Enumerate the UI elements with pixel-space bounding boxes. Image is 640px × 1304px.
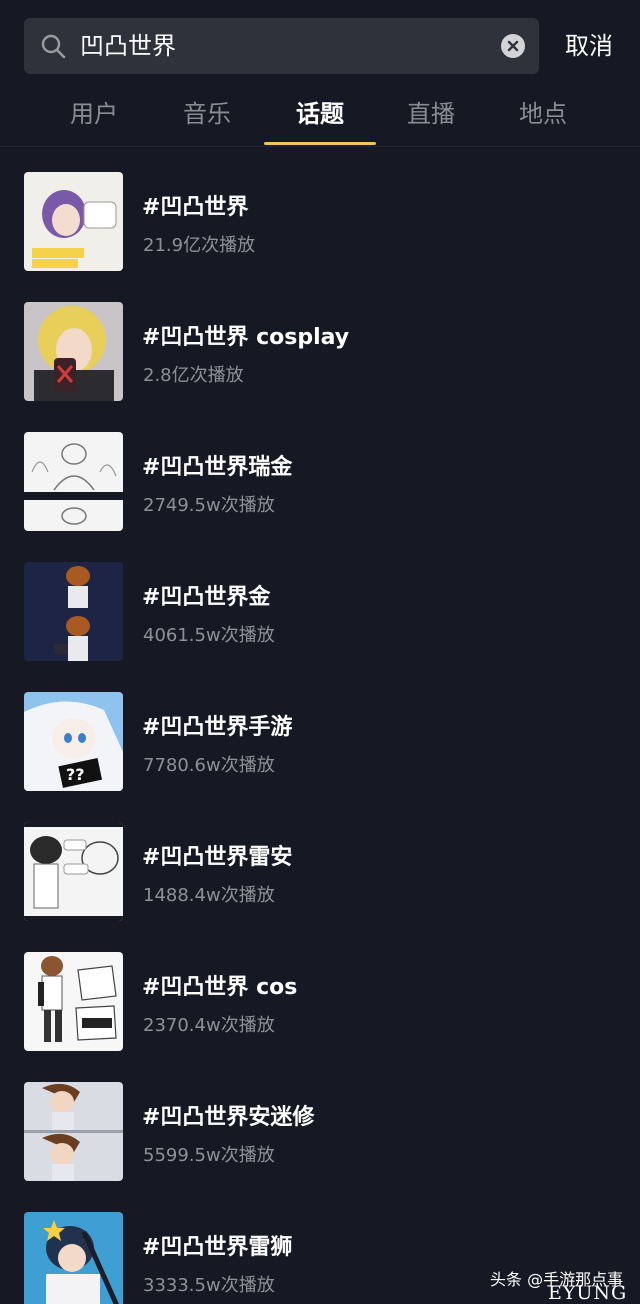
topic-play-count: 21.9亿次播放	[143, 235, 256, 256]
topic-title: #凹凸世界雷安	[142, 845, 293, 870]
topic-play-count: 5599.5w次播放	[143, 1145, 275, 1166]
topic-thumbnail: ??	[24, 692, 123, 791]
topic-title: #凹凸世界安迷修	[142, 1105, 315, 1130]
tab-users[interactable]: 用户	[38, 90, 150, 144]
tab-music[interactable]: 音乐	[151, 90, 263, 144]
topic-title: #凹凸世界手游	[142, 715, 293, 740]
tab-live[interactable]: 直播	[375, 90, 487, 144]
topic-item[interactable]: #凹凸世界金 4061.5w次播放	[0, 536, 640, 666]
topic-title: #凹凸世界 cos	[142, 975, 298, 1000]
topic-item[interactable]: #凹凸世界 cos 2370.4w次播放	[0, 926, 640, 1056]
topic-play-count: 4061.5w次播放	[143, 625, 275, 646]
topic-result-list: #凹凸世界 21.9亿次播放 #凹凸世界 cosplay 2.8亿次播放 #凹凸…	[0, 146, 640, 1304]
topic-item[interactable]: #凹凸世界 cosplay 2.8亿次播放	[0, 276, 640, 406]
topic-item[interactable]: #凹凸世界瑞金 2749.5w次播放	[0, 406, 640, 536]
topic-thumbnail	[24, 302, 123, 401]
topic-play-count: 1488.4w次播放	[143, 885, 275, 906]
tab-topics[interactable]: 话题	[264, 90, 376, 144]
svg-text:??: ??	[66, 765, 85, 784]
topic-thumbnail	[24, 172, 123, 271]
tab-partial-right[interactable]: 商	[600, 90, 640, 144]
topic-thumbnail	[24, 432, 123, 531]
topic-thumbnail	[24, 952, 123, 1051]
topic-thumbnail	[24, 822, 123, 921]
tab-places[interactable]: 地点	[487, 90, 599, 144]
tab-partial-left[interactable]: 题	[0, 90, 18, 144]
search-bar[interactable]: 凹凸世界	[24, 18, 539, 74]
topic-play-count: 2.8亿次播放	[143, 365, 244, 386]
topic-play-count: 7780.6w次播放	[143, 755, 275, 776]
active-tab-indicator	[264, 142, 376, 145]
search-input[interactable]: 凹凸世界	[80, 18, 176, 74]
topic-thumbnail	[24, 1212, 123, 1304]
topic-thumbnail	[24, 562, 123, 661]
clear-icon[interactable]	[501, 34, 525, 58]
topic-play-count: 2749.5w次播放	[143, 495, 275, 516]
topic-play-count: 3333.5w次播放	[143, 1275, 275, 1296]
topic-item[interactable]: #凹凸世界雷安 1488.4w次播放	[0, 796, 640, 926]
topic-title: #凹凸世界 cosplay	[142, 325, 350, 350]
cancel-button[interactable]: 取消	[562, 18, 616, 74]
topic-title: #凹凸世界瑞金	[142, 455, 293, 480]
topic-item[interactable]: #凹凸世界安迷修 5599.5w次播放	[0, 1056, 640, 1186]
topic-item[interactable]: #凹凸世界 21.9亿次播放	[0, 146, 640, 276]
topic-thumbnail	[24, 1082, 123, 1181]
topic-play-count: 2370.4w次播放	[143, 1015, 275, 1036]
search-tabs: 题 用户 音乐 话题 直播 地点 商	[0, 90, 640, 147]
topic-title: #凹凸世界雷狮	[142, 1235, 293, 1260]
watermark-logo: EYUNG	[548, 1282, 628, 1304]
topic-item[interactable]: ?? #凹凸世界手游 7780.6w次播放	[0, 666, 640, 796]
topic-title: #凹凸世界	[142, 195, 249, 220]
topic-title: #凹凸世界金	[142, 585, 271, 610]
search-icon	[40, 33, 66, 59]
